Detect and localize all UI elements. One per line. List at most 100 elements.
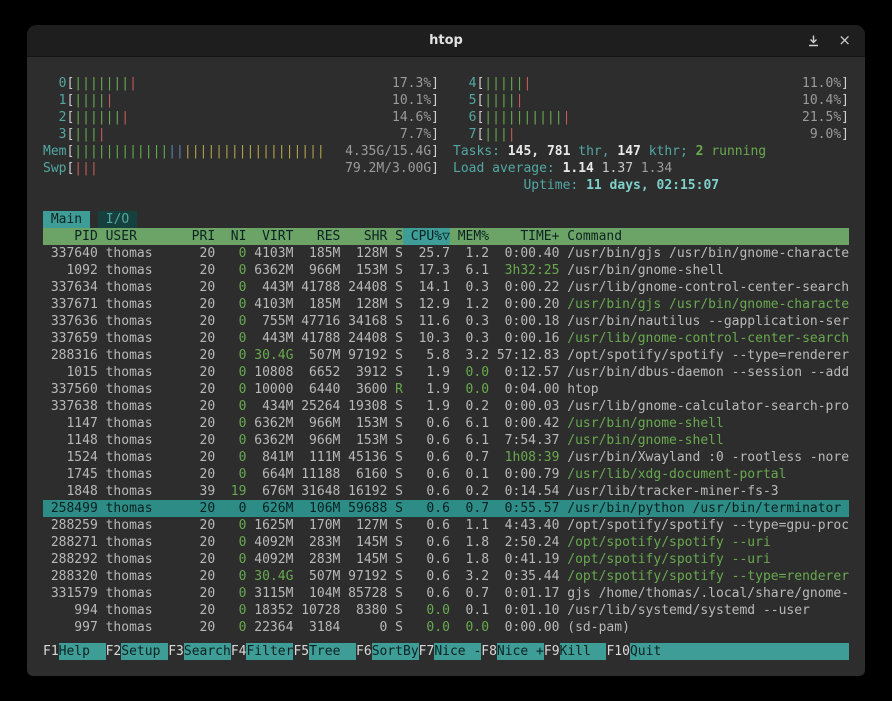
fkey-F6-label: SortBy (372, 643, 419, 660)
cell-time: 0:41.19 (489, 551, 559, 568)
column-header-res[interactable]: RES (293, 228, 340, 245)
process-row-337636[interactable]: 337636thomas200755M4771634168S11.60.30:0… (43, 313, 849, 330)
cell-mem: 0.7 (450, 500, 489, 517)
fkey-F2[interactable]: F2Setup (106, 643, 169, 660)
cell-pri: 20 (184, 568, 215, 585)
column-header-pid[interactable]: PID (43, 228, 98, 245)
fkey-F10[interactable]: F10Quit (606, 643, 849, 660)
cell-cmd: /usr/bin/gnome-shell (559, 415, 849, 432)
column-header-shr[interactable]: SHR (340, 228, 387, 245)
tab-io[interactable]: I/O (98, 211, 137, 228)
cell-pri: 20 (184, 602, 215, 619)
process-row-337634[interactable]: 337634thomas200443M4178824408S14.10.30:0… (43, 279, 849, 296)
fkey-F8[interactable]: F8Nice + (481, 643, 544, 660)
cell-ni: 0 (215, 347, 246, 364)
cell-pri: 20 (184, 585, 215, 602)
cell-cpu: 11.6 (403, 313, 450, 330)
cell-res: 507M (293, 568, 340, 585)
column-header-ni[interactable]: NI (215, 228, 246, 245)
cell-ni: 0 (215, 432, 246, 449)
cell-mem: 1.1 (450, 517, 489, 534)
process-row-1848[interactable]: 1848thomas3919676M3164816192S0.60.20:14.… (43, 483, 849, 500)
cell-res: 11188 (293, 466, 340, 483)
download-icon[interactable] (807, 34, 820, 47)
cell-s: S (387, 432, 403, 449)
process-row-337671[interactable]: 337671thomas2004103M185M128MS12.91.20:00… (43, 296, 849, 313)
cell-cpu: 5.8 (403, 347, 450, 364)
cell-ni: 0 (215, 568, 246, 585)
fkey-F4[interactable]: F4Filter (231, 643, 294, 660)
cell-pid: 331579 (43, 585, 98, 602)
cell-user: thomas (98, 602, 184, 619)
process-row-288320[interactable]: 288320thomas20030.4G507M97192S0.63.20:35… (43, 568, 849, 585)
cell-cpu: 0.6 (403, 466, 450, 483)
fkey-F9[interactable]: F9Kill (544, 643, 607, 660)
column-header-pri[interactable]: PRI (184, 228, 215, 245)
cell-user: thomas (98, 330, 184, 347)
fkey-F6[interactable]: F6SortBy (356, 643, 419, 660)
process-row-258499[interactable]: 258499thomas200626M106M59688S0.60.70:55.… (43, 500, 849, 517)
cell-user: thomas (98, 364, 184, 381)
cell-virt: 6362M (246, 415, 293, 432)
process-row-337638[interactable]: 337638thomas200434M2526419308S1.90.20:00… (43, 398, 849, 415)
cell-cmd: /usr/lib/gnome-calculator-search-prov (559, 398, 849, 415)
memory-meter-bar: ||||||||||||||||||||||||||||||||4.35G/15… (74, 143, 431, 160)
process-row-288316[interactable]: 288316thomas20030.4G507M97192S5.83.257:1… (43, 347, 849, 364)
fkey-F7-label: Nice - (434, 643, 481, 660)
process-row-331579[interactable]: 331579thomas2003115M104M85728S0.60.70:01… (43, 585, 849, 602)
cell-ni: 0 (215, 466, 246, 483)
cpu-meter-0: 0[||||||||17.3%] (43, 75, 439, 92)
cell-mem: 3.2 (450, 568, 489, 585)
process-row-288271[interactable]: 288271thomas2004092M283M145MS0.61.82:50.… (43, 534, 849, 551)
process-row-337640[interactable]: 337640thomas2004103M185M128MS25.71.20:00… (43, 245, 849, 262)
cell-mem: 0.3 (450, 313, 489, 330)
terminal-content: 0[||||||||17.3%]1[|||||10.1%]2[|||||||14… (27, 57, 865, 676)
column-header-s[interactable]: S (387, 228, 403, 245)
fkey-F7[interactable]: F7Nice - (419, 643, 482, 660)
column-header-user[interactable]: USER (98, 228, 184, 245)
cell-cmd: /usr/lib/xdg-document-portal (559, 466, 849, 483)
fkey-F1[interactable]: F1Help (43, 643, 106, 660)
process-row-337659[interactable]: 337659thomas200443M4178824408S10.30.30:0… (43, 330, 849, 347)
cell-cpu: 0.0 (403, 619, 450, 636)
process-row-1148[interactable]: 1148thomas2006362M966M153MS0.66.17:54.37… (43, 432, 849, 449)
column-header-cpu[interactable]: CPU%▽ (403, 228, 450, 245)
process-row-288292[interactable]: 288292thomas2004092M283M145MS0.61.80:41.… (43, 551, 849, 568)
process-row-1524[interactable]: 1524thomas200841M111M45136S0.60.71h08:39… (43, 449, 849, 466)
fkey-F10-key: F10 (606, 643, 629, 660)
process-row-1015[interactable]: 1015thomas2001080866523912S1.90.00:12.57… (43, 364, 849, 381)
fkey-F8-label: Nice + (497, 643, 544, 660)
column-header-virt[interactable]: VIRT (246, 228, 293, 245)
titlebar[interactable]: htop × (27, 25, 865, 57)
fkey-F5[interactable]: F5Tree (293, 643, 356, 660)
process-row-997[interactable]: 997thomas2002236431840S0.00.00:00.00(sd-… (43, 619, 849, 636)
tab-main[interactable]: Main (43, 211, 90, 228)
cell-pid: 288320 (43, 568, 98, 585)
process-row-1147[interactable]: 1147thomas2006362M966M153MS0.66.10:00.42… (43, 415, 849, 432)
cell-pri: 20 (184, 245, 215, 262)
cell-cpu: 0.6 (403, 534, 450, 551)
close-button[interactable]: × (838, 33, 851, 48)
cell-cpu: 1.9 (403, 398, 450, 415)
cell-s: S (387, 534, 403, 551)
cell-time: 0:01.17 (489, 585, 559, 602)
process-row-288259[interactable]: 288259thomas2001625M170M127MS0.61.14:43.… (43, 517, 849, 534)
cell-shr: 85728 (340, 585, 387, 602)
column-header-mem[interactable]: MEM% (450, 228, 489, 245)
process-row-337560[interactable]: 337560thomas2001000064403600R1.90.00:04.… (43, 381, 849, 398)
cpu-meter-1-bar: |||||10.1% (74, 92, 431, 109)
column-header-cmd[interactable]: Command (559, 228, 849, 245)
cell-cmd: /usr/bin/gnome-shell (559, 262, 849, 279)
column-header-time[interactable]: TIME+ (489, 228, 559, 245)
cell-cpu: 14.1 (403, 279, 450, 296)
process-row-994[interactable]: 994thomas20018352107288380S0.00.10:01.10… (43, 602, 849, 619)
cell-ni: 0 (215, 279, 246, 296)
fkey-F3[interactable]: F3Search (168, 643, 231, 660)
process-row-1745[interactable]: 1745thomas200664M111886160S0.60.10:00.79… (43, 466, 849, 483)
process-row-1092[interactable]: 1092thomas2006362M966M153MS17.36.13h32:2… (43, 262, 849, 279)
cell-time: 0:00.18 (489, 313, 559, 330)
cell-shr: 145M (340, 551, 387, 568)
cell-res: 106M (293, 500, 340, 517)
cell-shr: 6160 (340, 466, 387, 483)
fkey-F1-key: F1 (43, 643, 59, 660)
